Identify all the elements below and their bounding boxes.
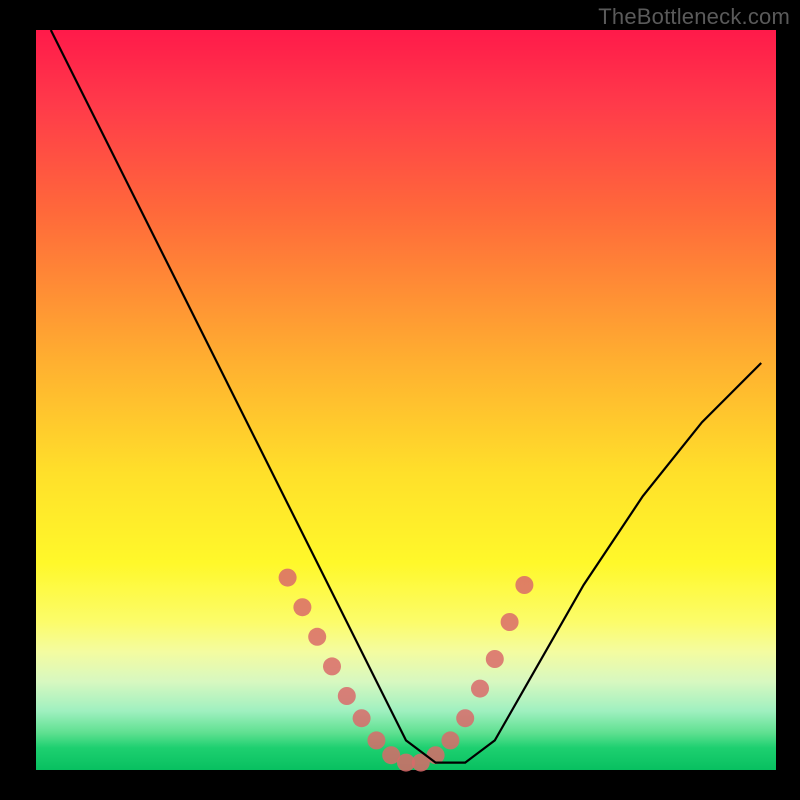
marker-dot	[515, 576, 533, 594]
plot-area	[36, 30, 776, 770]
marker-dot	[293, 598, 311, 616]
marker-dot	[471, 680, 489, 698]
marker-dot	[367, 731, 385, 749]
marker-dot	[441, 731, 459, 749]
marker-dot	[501, 613, 519, 631]
marker-dot	[486, 650, 504, 668]
marker-dot	[308, 628, 326, 646]
chart-stage: TheBottleneck.com	[0, 0, 800, 800]
marker-dot	[353, 709, 371, 727]
chart-svg	[36, 30, 776, 770]
watermark-text: TheBottleneck.com	[598, 4, 790, 30]
marker-dot	[323, 657, 341, 675]
marker-dot	[279, 569, 297, 587]
bottleneck-curve	[51, 30, 761, 763]
marker-dot	[456, 709, 474, 727]
marker-dot	[338, 687, 356, 705]
